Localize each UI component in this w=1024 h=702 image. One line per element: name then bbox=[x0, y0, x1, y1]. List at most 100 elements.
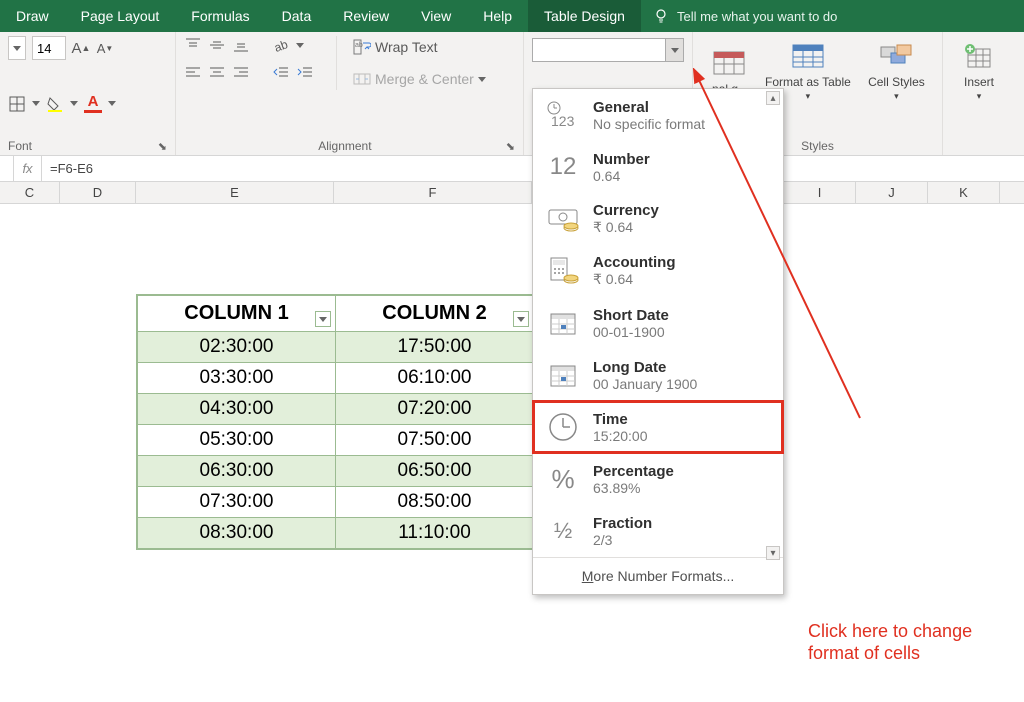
col-header[interactable]: K bbox=[928, 182, 1000, 203]
col-header[interactable]: F bbox=[334, 182, 532, 203]
col-header[interactable]: J bbox=[856, 182, 928, 203]
cal-icon bbox=[543, 357, 583, 393]
table-cell[interactable]: 02:30:00 bbox=[138, 332, 336, 363]
table-header[interactable]: COLUMN 2 bbox=[336, 296, 534, 332]
scroll-down-icon[interactable]: ▾ bbox=[766, 546, 780, 560]
number-format-option-fraction[interactable]: ½Fraction 2/3 bbox=[533, 505, 783, 557]
border-icon[interactable] bbox=[8, 95, 26, 113]
cal-icon bbox=[543, 305, 583, 341]
worksheet-grid[interactable]: COLUMN 1 COLUMN 2 02:30:0017:50:00 03:30… bbox=[0, 204, 1024, 702]
table-cell[interactable]: 04:30:00 bbox=[138, 394, 336, 425]
merge-center-icon bbox=[353, 70, 371, 88]
wrap-text-button[interactable]: ab Wrap Text bbox=[349, 36, 490, 58]
table-header[interactable]: COLUMN 1 bbox=[138, 296, 336, 332]
table-cell[interactable]: 07:30:00 bbox=[138, 487, 336, 518]
svg-text:ab: ab bbox=[355, 42, 363, 49]
align-middle-icon[interactable] bbox=[208, 36, 226, 54]
table-header-label: COLUMN 2 bbox=[382, 302, 486, 324]
filter-button-icon[interactable] bbox=[513, 311, 529, 327]
table-cell[interactable]: 07:20:00 bbox=[336, 394, 534, 425]
align-top-icon[interactable] bbox=[184, 36, 202, 54]
tab-table-design[interactable]: Table Design bbox=[528, 0, 641, 32]
number-format-option-general[interactable]: 123GeneralNo specific format bbox=[533, 89, 783, 141]
decrease-font-icon[interactable]: A▼ bbox=[96, 39, 114, 57]
border-dropdown-icon[interactable] bbox=[32, 101, 40, 106]
font-color-dropdown-icon[interactable] bbox=[108, 101, 116, 106]
tab-help[interactable]: Help bbox=[467, 0, 528, 32]
increase-font-icon[interactable]: A▲ bbox=[72, 39, 90, 57]
font-size-input[interactable] bbox=[32, 36, 66, 60]
font-color-icon[interactable]: A bbox=[84, 95, 102, 113]
name-box[interactable] bbox=[0, 156, 14, 181]
table-cell[interactable]: 11:10:00 bbox=[336, 518, 534, 549]
col-header[interactable]: C bbox=[0, 182, 60, 203]
tab-page-layout[interactable]: Page Layout bbox=[65, 0, 176, 32]
table-cell[interactable]: 07:50:00 bbox=[336, 425, 534, 456]
table-cell[interactable]: 05:30:00 bbox=[138, 425, 336, 456]
format-sample: ₹ 0.64 bbox=[593, 271, 676, 288]
table-cell[interactable]: 08:30:00 bbox=[138, 518, 336, 549]
align-center-icon[interactable] bbox=[208, 64, 226, 82]
merge-center-button[interactable]: Merge & Center bbox=[349, 68, 490, 90]
dialog-launcher-icon[interactable]: ⬊ bbox=[158, 140, 167, 153]
table-cell[interactable]: 06:10:00 bbox=[336, 363, 534, 394]
scroll-up-icon[interactable]: ▴ bbox=[766, 91, 780, 105]
number-format-panel: 123GeneralNo specific format12Number0.64… bbox=[532, 88, 784, 595]
formula-input[interactable]: =F6-E6 bbox=[42, 161, 93, 176]
table-cell[interactable]: 03:30:00 bbox=[138, 363, 336, 394]
format-sample: No specific format bbox=[593, 116, 705, 132]
merge-center-label: Merge & Center bbox=[375, 71, 474, 87]
dialog-launcher-icon[interactable]: ⬊ bbox=[506, 140, 515, 153]
orientation-icon[interactable]: ab bbox=[272, 36, 290, 54]
frac-icon: ½ bbox=[543, 513, 583, 549]
number-format-option-time[interactable]: Time15:20:00 bbox=[533, 401, 783, 453]
table-cell[interactable]: 08:50:00 bbox=[336, 487, 534, 518]
fx-icon[interactable]: fx bbox=[14, 156, 42, 181]
cell-styles-label: Cell Styles bbox=[868, 75, 925, 89]
number-format-option-currency[interactable]: Currency₹ 0.64 bbox=[533, 193, 783, 245]
col-header[interactable]: I bbox=[784, 182, 856, 203]
col-header[interactable]: E bbox=[136, 182, 334, 203]
table-cell[interactable]: 06:30:00 bbox=[138, 456, 336, 487]
column-headers: C D E F I J K bbox=[0, 182, 1024, 204]
tab-view[interactable]: View bbox=[405, 0, 467, 32]
merge-center-dropdown-icon[interactable] bbox=[478, 77, 486, 82]
format-as-table-label: Format as Table bbox=[765, 75, 851, 89]
insert-button[interactable]: Insert▾ bbox=[951, 36, 1007, 107]
ribbon-group-font: A▲ A▼ A Font ⬊ bbox=[0, 32, 176, 155]
tell-me[interactable]: Tell me what you want to do bbox=[677, 9, 837, 24]
number-format-option-long-date[interactable]: Long Date00 January 1900 bbox=[533, 349, 783, 401]
fill-color-dropdown-icon[interactable] bbox=[70, 101, 78, 106]
ribbon: A▲ A▼ A Font ⬊ ab bbox=[0, 32, 1024, 156]
more-number-formats[interactable]: MMore Number Formats...ore Number Format… bbox=[533, 557, 783, 594]
number-format-dropdown[interactable] bbox=[532, 38, 684, 62]
number-format-option-number[interactable]: 12Number0.64 bbox=[533, 141, 783, 193]
format-sample: 00 January 1900 bbox=[593, 376, 697, 392]
col-header[interactable]: D bbox=[60, 182, 136, 203]
number-format-option-short-date[interactable]: Short Date00-01-1900 bbox=[533, 297, 783, 349]
increase-indent-icon[interactable] bbox=[296, 64, 314, 82]
number-format-option-percentage[interactable]: %Percentage63.89% bbox=[533, 453, 783, 505]
align-left-icon[interactable] bbox=[184, 64, 202, 82]
table-cell[interactable]: 06:50:00 bbox=[336, 456, 534, 487]
fill-color-icon[interactable] bbox=[46, 95, 64, 113]
table-cell[interactable]: 17:50:00 bbox=[336, 332, 534, 363]
align-bottom-icon[interactable] bbox=[232, 36, 250, 54]
cell-styles-button[interactable]: Cell Styles ▾ bbox=[859, 36, 934, 107]
tab-data[interactable]: Data bbox=[266, 0, 328, 32]
font-name-dropdown[interactable] bbox=[8, 36, 26, 60]
tab-formulas[interactable]: Formulas bbox=[175, 0, 265, 32]
number-format-option-accounting[interactable]: Accounting₹ 0.64 bbox=[533, 245, 783, 297]
format-title: Fraction bbox=[593, 515, 652, 532]
tab-draw[interactable]: Draw bbox=[0, 0, 65, 32]
format-title: Short Date bbox=[593, 307, 669, 324]
dropdown-scrollbar[interactable]: ▴ ▾ bbox=[765, 91, 781, 560]
table-header-label: COLUMN 1 bbox=[184, 302, 288, 324]
decrease-indent-icon[interactable] bbox=[272, 64, 290, 82]
tab-review[interactable]: Review bbox=[327, 0, 405, 32]
pct-icon: % bbox=[543, 461, 583, 497]
align-right-icon[interactable] bbox=[232, 64, 250, 82]
orientation-dropdown-icon[interactable] bbox=[296, 43, 304, 48]
filter-button-icon[interactable] bbox=[315, 311, 331, 327]
format-title: Time bbox=[593, 411, 648, 428]
